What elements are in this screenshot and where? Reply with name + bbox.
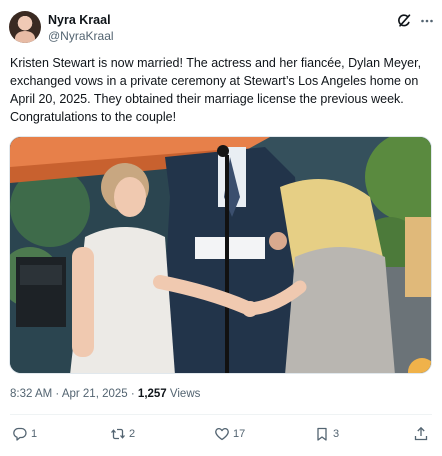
views-label: Views xyxy=(169,388,201,400)
divider xyxy=(10,414,432,415)
bookmark-count: 3 xyxy=(333,428,340,440)
avatar[interactable] xyxy=(9,11,41,43)
reply-button[interactable]: 1 xyxy=(12,424,37,444)
author-name[interactable]: Nyra Kraal xyxy=(48,13,111,27)
reply-icon xyxy=(13,427,27,441)
tweet-card: Nyra Kraal @NyraKraal Kristen Stewart is… xyxy=(0,0,442,456)
bookmark-icon xyxy=(317,427,327,441)
tweet-date[interactable]: Apr 21, 2025 xyxy=(62,388,128,400)
share-button[interactable] xyxy=(413,424,429,444)
reply-count: 1 xyxy=(31,428,38,440)
heart-icon xyxy=(215,428,229,441)
like-count: 17 xyxy=(233,428,246,440)
retweet-button[interactable]: 2 xyxy=(110,424,135,444)
views-count: 1,257 xyxy=(137,388,167,400)
author-handle[interactable]: @NyraKraal xyxy=(48,29,114,43)
tweet-time[interactable]: 8:32 AM xyxy=(10,388,52,400)
tweet-meta: 8:32 AM · Apr 21, 2025 · 1,257 Views xyxy=(10,388,200,400)
meta-separator: · xyxy=(55,388,60,400)
retweet-icon xyxy=(111,428,125,440)
grok-icon[interactable] xyxy=(396,13,412,29)
like-button[interactable]: 17 xyxy=(214,424,245,444)
action-bar: 1 2 17 3 xyxy=(0,424,442,444)
tweet-text: Kristen Stewart is now married! The actr… xyxy=(10,56,422,124)
bookmark-button[interactable]: 3 xyxy=(314,424,339,444)
more-icon[interactable] xyxy=(420,13,434,29)
tweet-photo[interactable] xyxy=(9,136,432,374)
share-icon xyxy=(414,426,428,441)
retweet-count: 2 xyxy=(129,428,136,440)
meta-separator: · xyxy=(130,388,135,400)
